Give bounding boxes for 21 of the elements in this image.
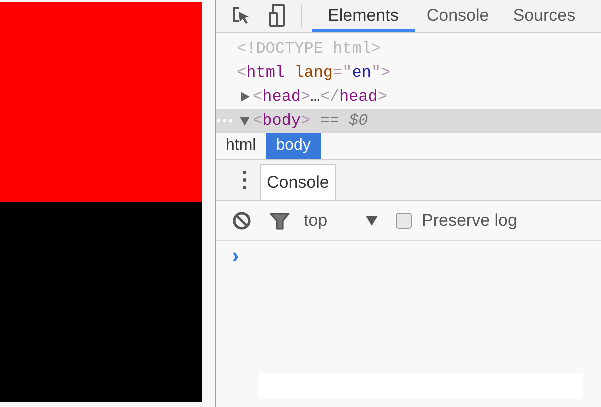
expanded-triangle-icon[interactable]: [240, 116, 250, 126]
checkbox[interactable]: [396, 212, 412, 228]
breadcrumb[interactable]: html: [216, 133, 266, 159]
filter-icon[interactable]: [270, 210, 290, 230]
collapsed-triangle-icon[interactable]: [240, 92, 250, 102]
context-dropdown[interactable]: top: [304, 208, 378, 234]
panel-tab[interactable]: Console: [414, 0, 502, 32]
caret-icon: [366, 216, 378, 226]
drawer-tab[interactable]: Console: [260, 164, 336, 200]
inspect-icon[interactable]: [231, 6, 251, 26]
clear-icon[interactable]: [232, 210, 252, 230]
more-icon[interactable]: ⋮: [234, 169, 246, 191]
dom-node[interactable]: <html lang="en">: [237, 61, 391, 85]
prompt-icon: ›: [232, 245, 240, 267]
panel-tab[interactable]: Sources: [501, 0, 588, 32]
breadcrumb[interactable]: body: [266, 133, 321, 159]
dom-node[interactable]: <head>…</head>: [253, 85, 388, 109]
device-icon[interactable]: [269, 4, 285, 28]
checkbox-label[interactable]: Preserve log: [422, 208, 518, 234]
panel-tab[interactable]: Elements: [312, 0, 415, 32]
dots-icon[interactable]: [217, 119, 233, 123]
